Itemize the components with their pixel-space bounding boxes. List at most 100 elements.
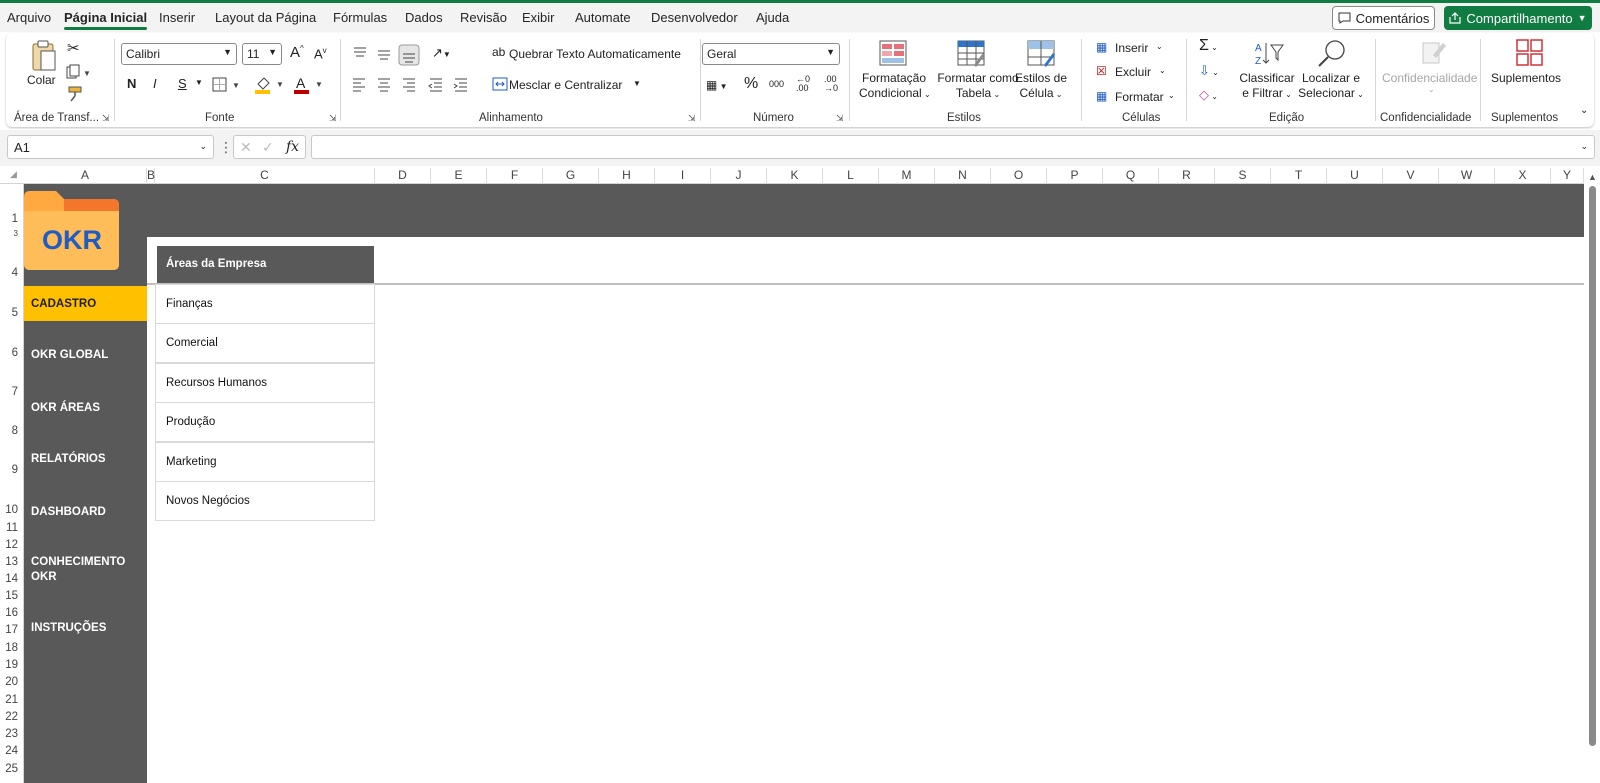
column-header[interactable]: M (879, 168, 935, 184)
delete-cells-icon[interactable]: ☒ (1096, 64, 1107, 78)
row-header[interactable]: 12 (0, 539, 23, 551)
row-header[interactable]: 8 (0, 425, 23, 437)
underline-button[interactable]: S (178, 76, 187, 91)
chevron-down-icon[interactable]: ⌄ (1168, 91, 1175, 100)
scrollbar-thumb[interactable] (1589, 186, 1596, 746)
paste-label[interactable]: Colar (27, 73, 56, 87)
copy-icon[interactable]: ▼ (66, 64, 92, 80)
row-header[interactable]: 21 (0, 694, 23, 706)
row-header[interactable]: 3 (0, 229, 23, 238)
column-header[interactable]: C (155, 168, 375, 184)
column-header[interactable]: D (375, 168, 431, 184)
select-all-icon[interactable]: ◢ (10, 169, 17, 180)
delete-cells-button[interactable]: Excluir (1115, 65, 1151, 79)
tab-revisao[interactable]: Revisão (460, 10, 507, 25)
row-header[interactable]: 10 (0, 504, 23, 516)
format-painter-icon[interactable] (67, 86, 85, 102)
row-header[interactable]: 15 (0, 590, 23, 602)
row-header[interactable]: 19 (0, 659, 23, 671)
format-cells-button[interactable]: Formatar (1115, 90, 1164, 104)
more-options-icon[interactable]: ⋮ (219, 139, 233, 156)
row-header[interactable]: 5 (0, 307, 23, 319)
column-header[interactable]: O (991, 168, 1047, 184)
chevron-down-icon[interactable]: ⌄ (1156, 42, 1163, 51)
horizontal-align-icons[interactable] (352, 76, 472, 92)
tab-inserir[interactable]: Inserir (159, 10, 195, 25)
column-header[interactable]: X (1495, 168, 1551, 184)
column-header[interactable]: I (655, 168, 711, 184)
conditional-formatting-button[interactable]: Formatação Condicional ⌄ (859, 71, 931, 102)
nav-relatorios[interactable]: RELATÓRIOS (24, 452, 147, 467)
column-header[interactable]: W (1439, 168, 1495, 184)
column-header[interactable]: E (431, 168, 487, 184)
row-header[interactable]: 24 (0, 745, 23, 757)
number-launcher-icon[interactable]: ⇲ (836, 113, 844, 124)
merge-center-icon[interactable] (492, 77, 508, 91)
tab-ajuda[interactable]: Ajuda (756, 10, 789, 25)
chevron-down-icon[interactable]: ⌄ (1159, 66, 1166, 75)
row-header[interactable]: 20 (0, 676, 23, 688)
tab-desenvolvedor[interactable]: Desenvolvedor (651, 10, 738, 25)
percent-button[interactable]: % (744, 75, 758, 93)
clear-icon[interactable]: ◇ ⌄ (1199, 87, 1218, 103)
column-header[interactable]: L (823, 168, 879, 184)
column-header[interactable]: K (767, 168, 823, 184)
row-header[interactable]: 14 (0, 573, 23, 585)
alignment-launcher-icon[interactable]: ⇲ (688, 113, 696, 124)
find-select-icon[interactable] (1316, 38, 1348, 68)
table-row[interactable]: Finanças (155, 284, 375, 324)
borders-icon[interactable]: ▼ (212, 77, 244, 93)
table-row[interactable]: Novos Negócios (155, 481, 375, 521)
row-header[interactable]: 17 (0, 624, 23, 636)
clipboard-launcher-icon[interactable]: ⇲ (102, 113, 110, 124)
addins-button[interactable]: Suplementos (1491, 71, 1561, 85)
font-color-icon[interactable]: A ▼ (293, 75, 325, 95)
column-header[interactable]: U (1327, 168, 1383, 184)
font-launcher-icon[interactable]: ⇲ (329, 113, 337, 124)
vertical-scrollbar[interactable]: ▲ (1584, 170, 1600, 783)
row-header[interactable]: 13 (0, 556, 23, 568)
tab-exibir[interactable]: Exibir (522, 10, 555, 25)
tab-formulas[interactable]: Fórmulas (333, 10, 387, 25)
number-format-select[interactable]: Geral ▼ (702, 43, 840, 65)
column-header[interactable]: S (1215, 168, 1271, 184)
font-name-select[interactable]: Calibri ▼ (121, 43, 237, 65)
row-header[interactable]: 16 (0, 607, 23, 619)
column-header[interactable]: Q (1103, 168, 1159, 184)
cell-styles-icon[interactable] (1026, 39, 1056, 67)
row-header[interactable]: 9 (0, 464, 23, 476)
row-header[interactable]: 6 (0, 347, 23, 359)
find-select-button[interactable]: Localizar e Selecionar ⌄ (1292, 71, 1370, 102)
sort-filter-button[interactable]: Classificar e Filtrar ⌄ (1234, 71, 1300, 102)
column-header[interactable]: Y (1551, 168, 1584, 184)
column-header[interactable]: B (147, 168, 155, 184)
row-header[interactable]: 25 (0, 763, 23, 775)
decrease-font-icon[interactable]: Av (314, 46, 327, 61)
table-row[interactable]: Marketing (155, 442, 375, 482)
row-header[interactable]: 11 (0, 522, 23, 534)
column-header[interactable]: H (599, 168, 655, 184)
row-header[interactable]: 23 (0, 728, 23, 740)
italic-button[interactable]: I (153, 76, 157, 91)
format-as-table-icon[interactable] (956, 39, 986, 67)
thousands-button[interactable]: 000 (769, 79, 784, 89)
font-size-select[interactable]: 11 ▼ (242, 43, 282, 65)
bold-button[interactable]: N (127, 76, 136, 91)
insert-cells-icon[interactable]: ▦ (1096, 40, 1107, 54)
comments-button[interactable]: Comentários (1332, 6, 1435, 30)
column-header[interactable]: J (711, 168, 767, 184)
nav-okr-areas[interactable]: OKR ÁREAS (24, 401, 147, 416)
merge-center-button[interactable]: Mesclar e Centralizar (509, 78, 622, 92)
column-header[interactable]: R (1159, 168, 1215, 184)
conditional-formatting-icon[interactable] (878, 39, 908, 67)
tab-arquivo[interactable]: Arquivo (7, 10, 51, 25)
wrap-text-button[interactable]: Quebrar Texto Automaticamente (509, 47, 681, 61)
decrease-decimal-icon[interactable]: .00 →0 (824, 75, 838, 93)
share-button[interactable]: Compartilhamento ▼ (1444, 6, 1592, 30)
cut-icon[interactable]: ✂ (67, 39, 80, 57)
tab-dados[interactable]: Dados (405, 10, 443, 25)
format-cells-icon[interactable]: ▦ (1096, 89, 1107, 103)
autosum-icon[interactable]: Σ ⌄ (1199, 37, 1218, 55)
nav-dashboard[interactable]: DASHBOARD (24, 505, 147, 520)
formula-input[interactable]: ⌄ (311, 135, 1595, 159)
